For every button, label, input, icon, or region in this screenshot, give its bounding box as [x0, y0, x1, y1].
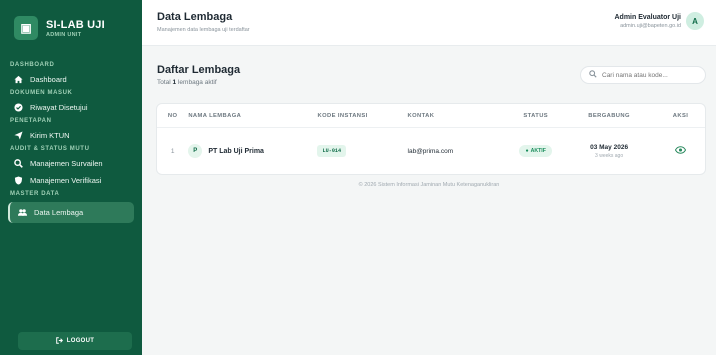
view-eye-icon[interactable] [674, 146, 687, 156]
total-count: 1 [172, 79, 177, 86]
sidebar-item-riwayat[interactable]: Riwayat Disetujui [0, 99, 142, 116]
status-label: AKTIF [530, 148, 546, 154]
sidebar-item-label: Manajemen Survailen [30, 159, 103, 168]
status-dot-icon: ● [525, 148, 529, 154]
logout-label: LOGOUT [66, 338, 95, 344]
sidebar-nav: DASHBOARD Dashboard DOKUMEN MASUK Riwaya… [0, 60, 142, 225]
col-header-status: STATUS [523, 112, 549, 119]
table-header: NO NAMA LEMBAGA KODE INSTANSI KONTAK STA… [157, 104, 705, 128]
sidebar-item-label: Kirim KTUN [30, 131, 70, 140]
cell-kontak: lab@prima.com [407, 147, 454, 155]
search-icon [589, 70, 597, 80]
brand[interactable]: ▣ SI-LAB UJI ADMIN UNIT [0, 0, 142, 44]
user-name: Admin Evaluator Uji [614, 13, 681, 21]
header-subtitle: Manajemen data lembaga uji terdaftar [157, 27, 250, 33]
sidebar-item-label: Data Lembaga [34, 208, 84, 217]
sidebar-item-label: Manajemen Verifikasi [30, 176, 102, 185]
page-title: Daftar Lembaga [157, 64, 241, 76]
col-header-no: NO [167, 112, 178, 119]
col-header-bergabung: BERGABUNG [588, 112, 630, 119]
logout-button[interactable]: LOGOUT [18, 332, 132, 350]
col-header-nama: NAMA LEMBAGA [188, 112, 242, 119]
col-header-kontak: KONTAK [407, 112, 435, 119]
search-icon [14, 159, 23, 168]
shield-icon [14, 176, 23, 185]
status-badge: ● AKTIF [519, 145, 552, 157]
cell-bergabung-date: 03 May 2026 [590, 143, 629, 151]
avatar[interactable]: A [686, 12, 704, 30]
user-email: admin.uji@bapeten.go.id [620, 22, 681, 29]
col-header-aksi: AKSI [672, 112, 689, 119]
cell-kode-instansi: LU-014 [317, 145, 347, 157]
total-prefix: Total [157, 79, 171, 86]
user-menu[interactable]: Admin Evaluator Uji admin.uji@bapeten.go… [614, 12, 704, 30]
check-circle-icon [14, 103, 23, 112]
nav-section-audit: AUDIT & STATUS MUTU [10, 146, 90, 152]
cell-nama-lembaga: PT Lab Uji Prima [208, 147, 264, 155]
search-input[interactable] [602, 71, 697, 79]
sidebar-item-dashboard[interactable]: Dashboard [0, 71, 142, 88]
logout-icon [55, 336, 63, 346]
cell-bergabung-relative: 3 weeks ago [595, 152, 624, 159]
footer-copyright: © 2026 Sistem Informasi Jaminan Mutu Ket… [358, 182, 500, 188]
search-box[interactable] [580, 66, 706, 84]
cell-no: 1 [170, 147, 175, 155]
lembaga-initial-avatar: P [188, 144, 203, 158]
sidebar-item-label: Dashboard [30, 75, 67, 84]
sidebar: ▣ SI-LAB UJI ADMIN UNIT DASHBOARD Dashbo… [0, 0, 142, 355]
sidebar-item-label: Riwayat Disetujui [30, 103, 88, 112]
main-content: Daftar Lembaga Total 1 lembaga aktif NO … [142, 46, 716, 355]
sidebar-item-verifikasi[interactable]: Manajemen Verifikasi [0, 172, 142, 189]
table-row[interactable]: 1 P PT Lab Uji Prima LU-014 lab@prima.co… [157, 128, 705, 174]
page-subtitle: Total 1 lembaga aktif [157, 79, 217, 86]
home-icon [14, 75, 23, 84]
nav-section-dashboard: DASHBOARD [10, 62, 55, 68]
header-title: Data Lembaga [157, 11, 233, 23]
sidebar-item-kirim-ktun[interactable]: Kirim KTUN [0, 127, 142, 144]
lembaga-table: NO NAMA LEMBAGA KODE INSTANSI KONTAK STA… [156, 103, 706, 175]
nav-section-master: MASTER DATA [10, 191, 60, 197]
sidebar-item-data-lembaga[interactable]: Data Lembaga [8, 202, 134, 223]
brand-tagline: ADMIN UNIT [46, 31, 82, 38]
total-suffix: lembaga aktif [177, 79, 217, 86]
brand-name: SI-LAB UJI [46, 18, 105, 31]
lab-logo-icon: ▣ [14, 16, 38, 40]
col-header-kode: KODE INSTANSI [317, 112, 368, 119]
sidebar-item-survailen[interactable]: Manajemen Survailen [0, 155, 142, 172]
top-header: Data Lembaga Manajemen data lembaga uji … [142, 0, 716, 46]
nav-section-penetapan: PENETAPAN [10, 118, 52, 124]
nav-section-dokumen: DOKUMEN MASUK [10, 90, 73, 96]
users-icon [18, 208, 27, 217]
send-icon [14, 131, 23, 140]
